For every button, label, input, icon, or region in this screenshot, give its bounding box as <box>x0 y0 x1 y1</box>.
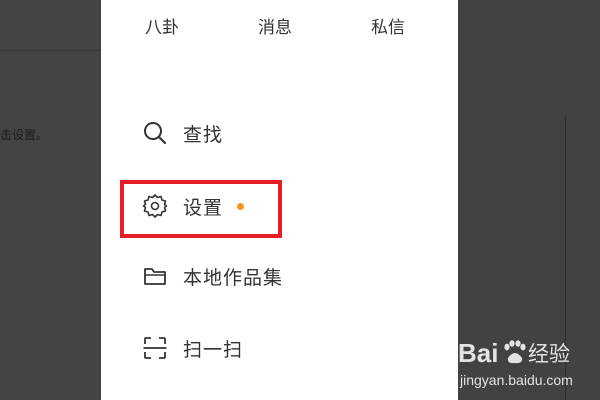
background-left: 击设置。 <box>0 0 101 400</box>
tab-private-messages[interactable]: 私信 <box>371 13 405 38</box>
watermark-word: 经验 <box>528 342 570 366</box>
menu-item-label: 扫一扫 <box>183 338 244 361</box>
watermark-url: jingyan.baidu.com <box>460 372 573 388</box>
menu-item-label: 查找 <box>183 123 224 146</box>
watermark: Bai 经验 jingyan.baidu.com <box>458 334 598 394</box>
paw-icon <box>502 340 526 370</box>
menu-item-search[interactable]: 查找 <box>141 113 421 153</box>
highlight-box <box>120 180 282 238</box>
background-text: 击设置。 <box>0 128 49 142</box>
tab-messages[interactable]: 消息 <box>258 13 292 38</box>
menu-item-local-works[interactable]: 本地作品集 <box>141 256 421 296</box>
search-icon <box>141 119 169 147</box>
menu-item-scan[interactable]: 扫一扫 <box>141 328 421 368</box>
watermark-brand: Bai <box>458 338 499 368</box>
divider <box>0 50 101 51</box>
menu-item-label: 本地作品集 <box>183 266 284 289</box>
scan-icon <box>141 334 169 362</box>
folder-icon <box>141 262 169 290</box>
tab-gossip[interactable]: 八卦 <box>145 13 179 38</box>
